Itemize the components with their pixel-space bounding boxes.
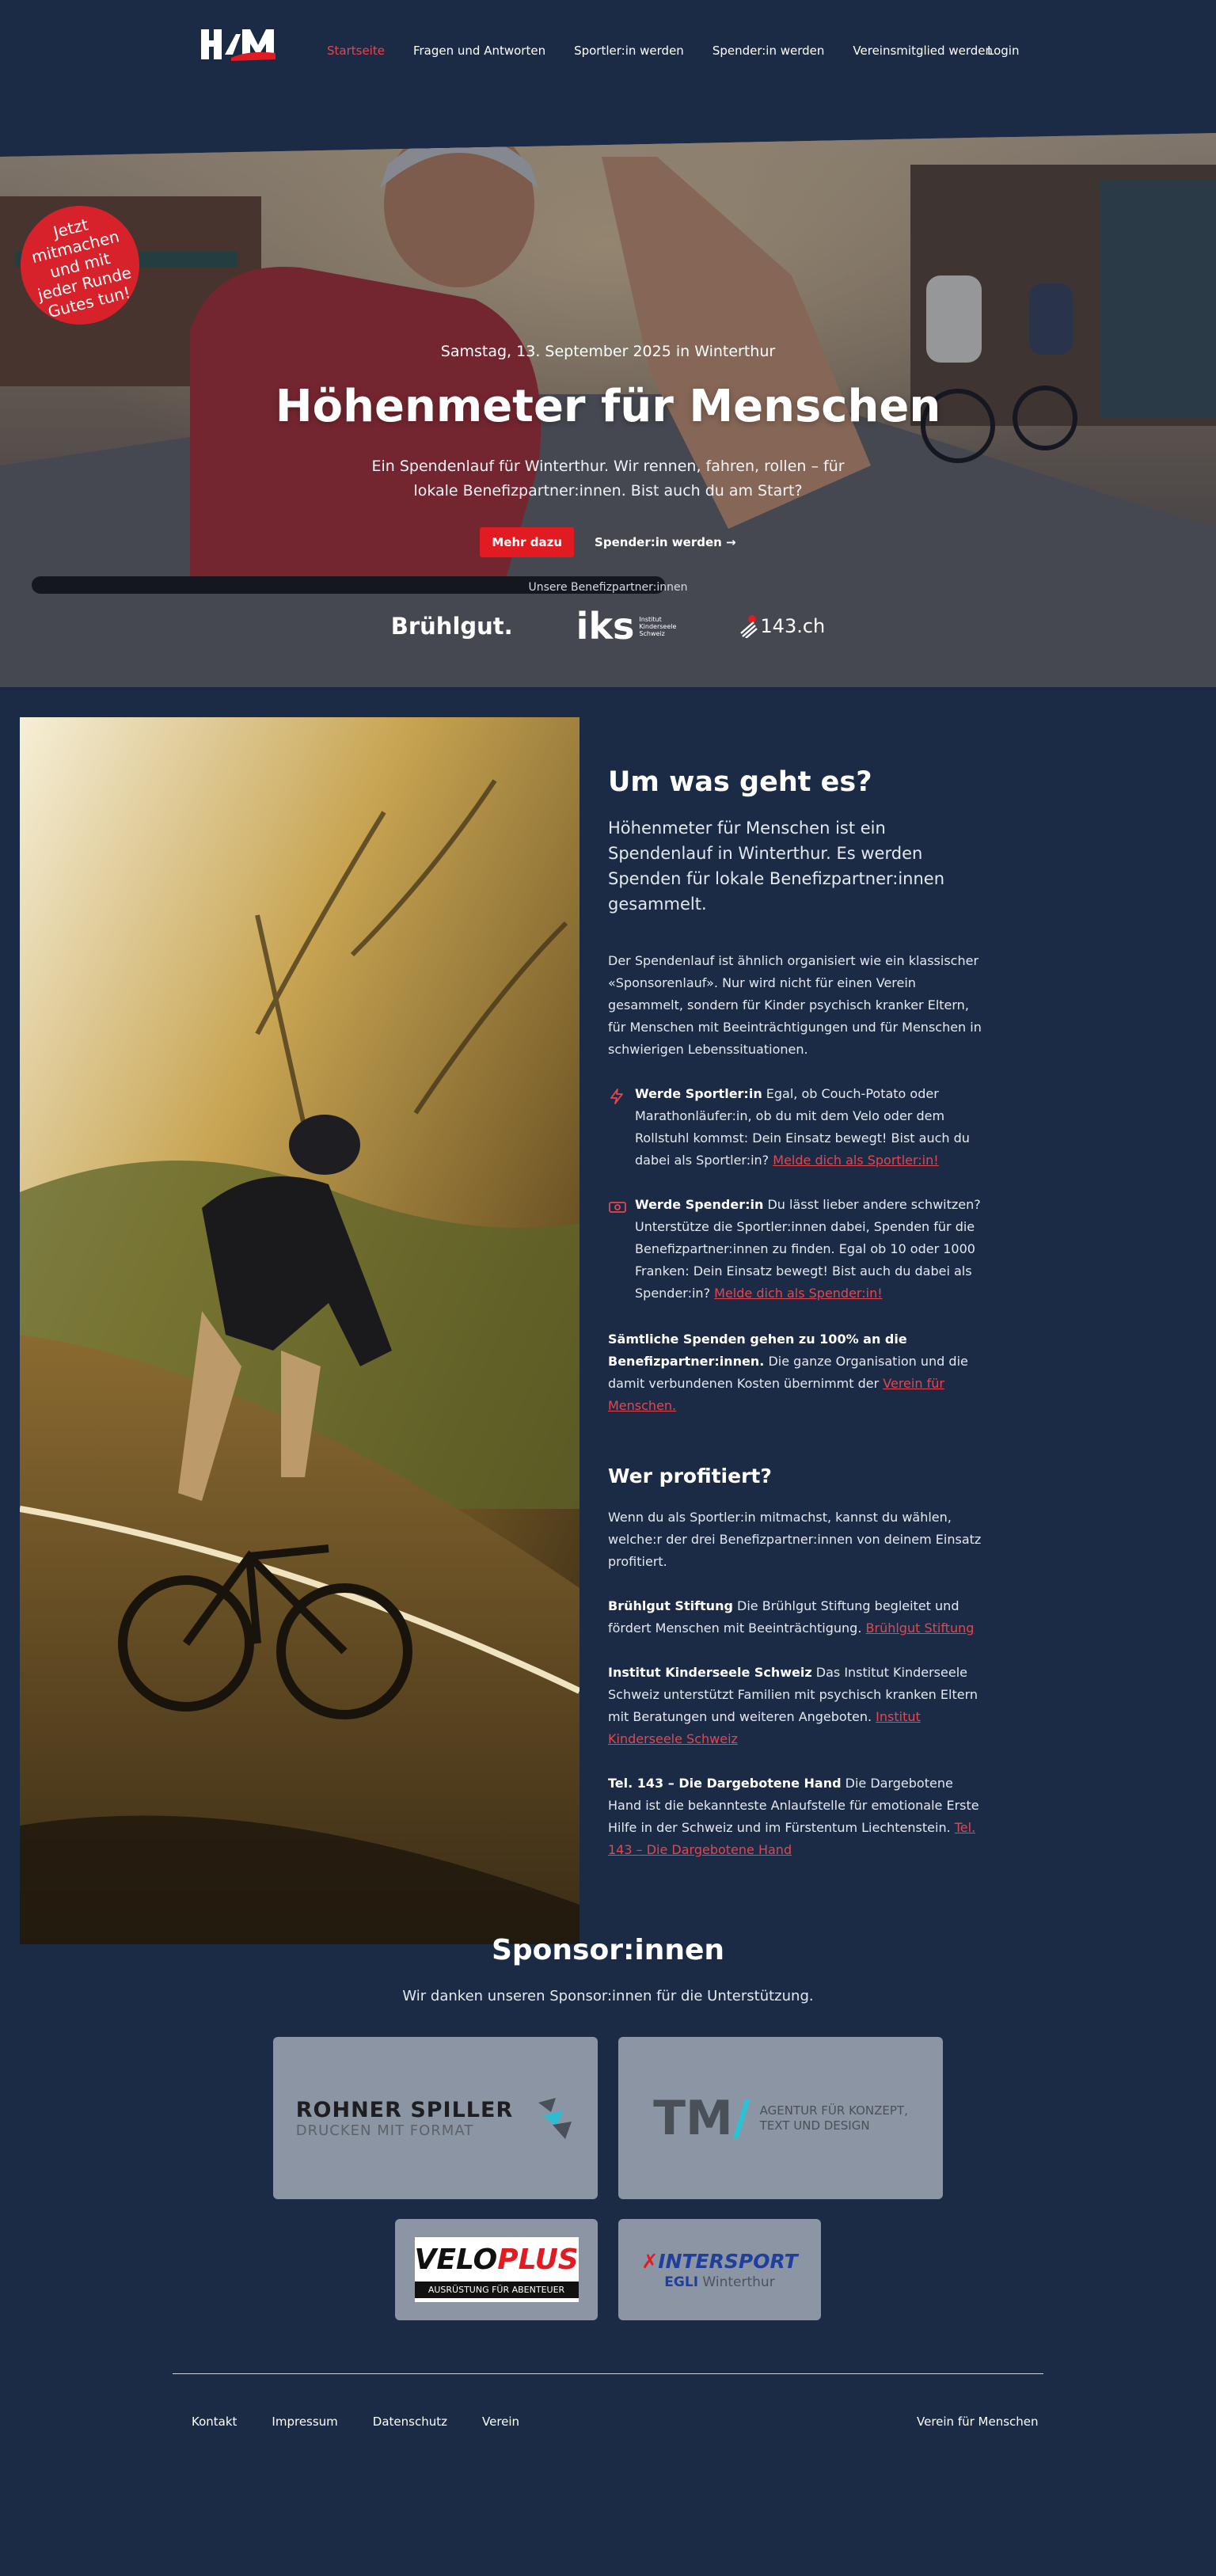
hand-icon bbox=[740, 615, 758, 638]
site-footer: Kontakt Impressum Datenschutz Verein Ver… bbox=[0, 2373, 1216, 2468]
footer-divider bbox=[173, 2373, 1043, 2374]
sponsor-card-intersport[interactable]: ✗INTERSPORT EGLI Winterthur bbox=[618, 2219, 821, 2320]
mehr-dazu-button[interactable]: Mehr dazu bbox=[480, 527, 575, 557]
beneficiary-name: Tel. 143 – Die Dargebotene Hand bbox=[608, 1776, 842, 1791]
tm-claim-line-1: AGENTUR FÜR KONZEPT, bbox=[759, 2103, 908, 2118]
role-spender: Werde Spender:in Du lässt lieber andere … bbox=[608, 1194, 988, 1305]
role-sportler-text: Werde Sportler:in Egal, ob Couch-Potato … bbox=[635, 1083, 988, 1172]
iks-line-1: Institut bbox=[639, 615, 662, 623]
hero-section: Jetzt mitmachen und mit jeder Runde Gute… bbox=[0, 133, 1216, 687]
nav-vereinsmitglied[interactable]: Vereinsmitglied werden bbox=[853, 44, 993, 58]
about-section: Um was geht es? Höhenmeter für Menschen … bbox=[0, 687, 1216, 1944]
intersport-name: INTERSPORT bbox=[658, 2249, 798, 2273]
sponsors-title: Sponsor:innen bbox=[491, 1934, 724, 1966]
tm-logo-letters: TM bbox=[653, 2090, 733, 2146]
iks-logo[interactable]: iks Institut Kinderseele Schweiz bbox=[576, 608, 677, 644]
main-nav: Startseite Fragen und Antworten Sportler… bbox=[327, 44, 1021, 58]
veloplus-velo: VELO bbox=[414, 2244, 498, 2276]
intersport-city: Winterthur bbox=[698, 2274, 775, 2290]
hero-badge-text: Jetzt mitmachen und mit jeder Runde Gute… bbox=[29, 215, 134, 322]
intersport-wordmark: ✗INTERSPORT bbox=[641, 2250, 797, 2273]
iks-wordmark: Institut Kinderseele Schweiz bbox=[639, 616, 676, 637]
spender-signup-link[interactable]: Melde dich als Spender:in! bbox=[714, 1286, 882, 1301]
role-sportler-title: Werde Sportler:in bbox=[635, 1086, 762, 1101]
footer-link-verein[interactable]: Verein bbox=[482, 2415, 519, 2429]
footer-verein-name[interactable]: Verein für Menschen bbox=[917, 2415, 1039, 2429]
hero-buttons: Mehr dazu Spender:in werden → bbox=[0, 527, 1216, 557]
rohner-spiller-name: ROHNER SPILLER bbox=[295, 2097, 514, 2122]
footer-link-datenschutz[interactable]: Datenschutz bbox=[373, 2415, 447, 2429]
role-sportler: Werde Sportler:in Egal, ob Couch-Potato … bbox=[608, 1083, 988, 1172]
sponsors-subtitle: Wir danken unseren Sponsor:innen für die… bbox=[402, 1988, 814, 2004]
all-donations-note: Sämtliche Spenden gehen zu 100% an die B… bbox=[608, 1328, 988, 1417]
site-logo[interactable] bbox=[201, 26, 277, 63]
tel143-logo[interactable]: 143.ch bbox=[739, 614, 825, 638]
login-link[interactable]: Login bbox=[987, 44, 1019, 58]
sportler-signup-link[interactable]: Melde dich als Sportler:in! bbox=[773, 1153, 938, 1168]
lightning-icon bbox=[608, 1083, 635, 1172]
beneficiaries-intro: Wenn du als Sportler:in mitmachst, kanns… bbox=[608, 1510, 982, 1569]
hero-title: Höhenmeter für Menschen bbox=[275, 381, 941, 432]
about-lead: Höhenmeter für Menschen ist ein Spendenl… bbox=[608, 819, 945, 914]
spender-werden-link[interactable]: Spender:in werden → bbox=[595, 535, 736, 549]
beneficiary-name: Institut Kinderseele Schweiz bbox=[608, 1665, 812, 1680]
hero-text: Ein Spendenlauf für Winterthur. Wir renn… bbox=[371, 458, 845, 500]
hero-content: Samstag, 13. September 2025 in Winterthu… bbox=[0, 343, 1216, 644]
about-paragraph: Der Spendenlauf ist ähnlich organisiert … bbox=[608, 953, 982, 1057]
role-spender-title: Werde Spender:in bbox=[635, 1197, 764, 1212]
iks-mark: iks bbox=[576, 605, 635, 648]
beneficiary-iks: Institut Kinderseele Schweiz Das Institu… bbox=[608, 1662, 988, 1750]
cyclist-photo bbox=[20, 717, 580, 1944]
beneficiary-bruehlgut: Brühlgut Stiftung Die Brühlgut Stiftung … bbox=[608, 1595, 988, 1639]
rohner-spiller-claim: DRUCKEN MIT FORMAT bbox=[295, 2122, 474, 2139]
about-title: Um was geht es? bbox=[608, 766, 872, 798]
tm-logo-slash: / bbox=[732, 2090, 750, 2146]
nav-sportler[interactable]: Sportler:in werden bbox=[574, 44, 684, 58]
intersport-location: EGLI Winterthur bbox=[664, 2274, 774, 2290]
sponsors-section: Sponsor:innen Wir danken unseren Sponsor… bbox=[0, 1934, 1216, 2373]
about-content: Um was geht es? Höhenmeter für Menschen … bbox=[608, 766, 988, 1861]
tm-claim-line-2: TEXT UND DESIGN bbox=[759, 2118, 870, 2133]
veloplus-claim: AUSRÜSTUNG FÜR ABENTEUER bbox=[414, 2282, 579, 2298]
footer-link-impressum[interactable]: Impressum bbox=[272, 2415, 337, 2429]
bruehlgut-logo[interactable]: Brühlgut. bbox=[391, 613, 513, 640]
tm-claim: AGENTUR FÜR KONZEPT, TEXT UND DESIGN bbox=[760, 2103, 908, 2133]
beneficiaries-title: Wer profitiert? bbox=[608, 1465, 772, 1487]
footer-links: Kontakt Impressum Datenschutz Verein bbox=[192, 2415, 554, 2429]
partners-label: Unsere Benefizpartner:innen bbox=[528, 581, 688, 594]
iks-line-2: Kinderseele bbox=[639, 622, 677, 630]
veloplus-logo: VELOPLUS AUSRÜSTUNG FÜR ABENTEUER bbox=[414, 2237, 579, 2302]
intersport-x-icon: ✗ bbox=[641, 2249, 659, 2273]
nav-spender[interactable]: Spender:in werden bbox=[712, 44, 825, 58]
bruehlgut-link[interactable]: Brühlgut Stiftung bbox=[866, 1620, 975, 1636]
rohner-spiller-logo: ROHNER SPILLER DRUCKEN MIT FORMAT bbox=[296, 2098, 514, 2139]
nav-startseite[interactable]: Startseite bbox=[327, 44, 385, 58]
sponsor-card-tm[interactable]: TM/ AGENTUR FÜR KONZEPT, TEXT UND DESIGN bbox=[618, 2037, 943, 2199]
hero-date: Samstag, 13. September 2025 in Winterthu… bbox=[440, 343, 776, 360]
veloplus-wordmark: VELOPLUS bbox=[415, 2245, 579, 2275]
rohner-spiller-mark-icon bbox=[538, 2097, 572, 2139]
beneficiary-tel143: Tel. 143 – Die Dargebotene Hand Die Darg… bbox=[608, 1772, 988, 1861]
tm-logo-mark: TM/ bbox=[653, 2091, 750, 2146]
iks-line-3: Schweiz bbox=[639, 629, 665, 637]
footer-link-kontakt[interactable]: Kontakt bbox=[192, 2415, 237, 2429]
partner-logos: Brühlgut. iks Institut Kinderseele Schwe… bbox=[0, 608, 1216, 644]
sponsor-card-rohner-spiller[interactable]: ROHNER SPILLER DRUCKEN MIT FORMAT bbox=[273, 2037, 598, 2199]
sponsor-card-veloplus[interactable]: VELOPLUS AUSRÜSTUNG FÜR ABENTEUER bbox=[395, 2219, 598, 2320]
site-header: Startseite Fragen und Antworten Sportler… bbox=[0, 0, 1216, 139]
nav-faq[interactable]: Fragen und Antworten bbox=[413, 44, 545, 58]
intersport-egli: EGLI bbox=[664, 2274, 699, 2290]
beneficiary-name: Brühlgut Stiftung bbox=[608, 1598, 733, 1613]
veloplus-plus: PLUS bbox=[497, 2244, 579, 2276]
banknote-icon bbox=[608, 1194, 635, 1305]
role-spender-text: Werde Spender:in Du lässt lieber andere … bbox=[635, 1194, 988, 1305]
tel143-text: 143.ch bbox=[760, 615, 826, 637]
